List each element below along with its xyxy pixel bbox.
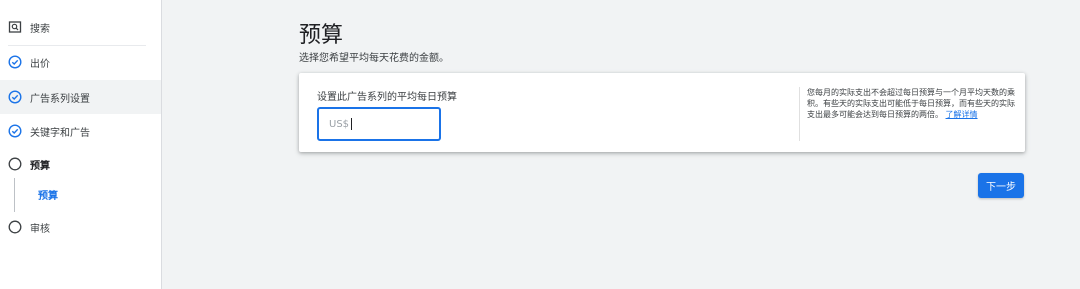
- currency-placeholder: US$: [329, 118, 350, 130]
- sidebar-item-bidding[interactable]: 出价: [0, 45, 161, 79]
- sidebar-item-label: 关键字和广告: [30, 127, 90, 139]
- budget-label: 设置此广告系列的平均每日预算: [317, 92, 457, 103]
- empty-circle-icon: [8, 157, 22, 171]
- budget-help: 您每月的实际支出不会超过每日预算与一个月平均天数的乘积。有些天的实际支出可能低于…: [807, 87, 1019, 120]
- empty-circle-icon: [8, 220, 22, 234]
- page-subtitle: 选择您希望平均每天花费的金额。: [299, 53, 449, 64]
- sidebar-item-review[interactable]: 审核: [0, 210, 161, 244]
- check-circle-icon: [8, 90, 22, 104]
- next-button[interactable]: 下一步: [978, 173, 1024, 198]
- learn-more-link[interactable]: 了解详情: [946, 110, 978, 119]
- page-title: 预算: [299, 23, 344, 48]
- sidebar-item-label: 出价: [30, 58, 50, 70]
- sidebar-item-label: 搜索: [30, 23, 50, 35]
- page: 搜索 出价 广告系列设置 关键字和广告 预算 预算 审核 预算 选择您希望平均每…: [0, 0, 1080, 289]
- check-circle-icon: [8, 124, 22, 138]
- budget-input[interactable]: US$: [317, 107, 441, 141]
- check-circle-icon: [8, 55, 22, 69]
- sidebar: 搜索 出价 广告系列设置 关键字和广告 预算 预算 审核: [0, 0, 162, 289]
- step-connector: [14, 178, 15, 212]
- sidebar-item-campaign-settings[interactable]: 广告系列设置: [0, 80, 161, 114]
- help-text: 您每月的实际支出不会超过每日预算与一个月平均天数的乘积。有些天的实际支出可能低于…: [807, 88, 1015, 119]
- sidebar-item-search[interactable]: 搜索: [0, 10, 161, 44]
- sidebar-subitem-budget[interactable]: 预算: [38, 187, 58, 202]
- sidebar-item-label: 预算: [30, 160, 50, 172]
- budget-card: 设置此广告系列的平均每日预算 US$ 您每月的实际支出不会超过每日预算与一个月平…: [299, 73, 1025, 152]
- text-caret: [351, 118, 353, 130]
- sidebar-item-label: 审核: [30, 223, 50, 235]
- search-icon: [8, 20, 22, 34]
- sidebar-item-label: 广告系列设置: [30, 93, 90, 105]
- card-divider: [799, 87, 800, 141]
- sidebar-item-budget[interactable]: 预算: [0, 147, 161, 181]
- sidebar-item-keywords-ads[interactable]: 关键字和广告: [0, 114, 161, 148]
